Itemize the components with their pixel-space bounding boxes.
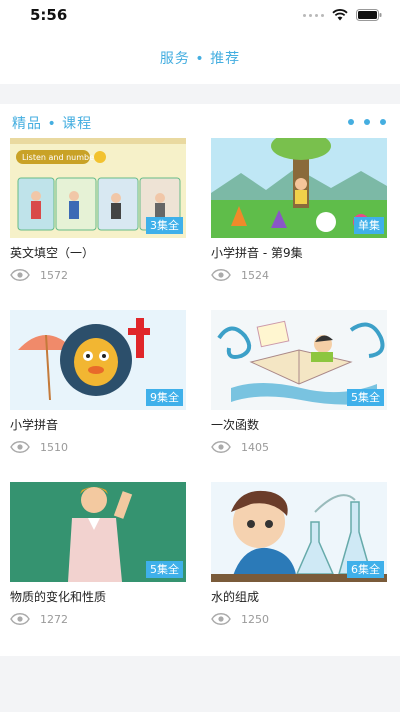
eye-icon [211, 441, 231, 453]
eye-icon [10, 613, 30, 625]
course-thumbnail[interactable]: 5集全 [211, 310, 387, 410]
course-thumbnail[interactable]: 单集 [211, 138, 387, 238]
eye-icon [211, 269, 231, 281]
course-thumbnail[interactable]: 9集全 [10, 310, 186, 410]
course-card-english-fill[interactable]: Listen and number. 3集全 英文填空（一） 1572 [10, 138, 186, 298]
episode-badge: 5集全 [347, 389, 384, 406]
view-meta: 1524 [211, 268, 269, 282]
episode-badge: 6集全 [347, 561, 384, 578]
course-card-water-composition[interactable]: 6集全 水的组成 1250 [211, 482, 387, 642]
wifi-icon [332, 9, 348, 21]
view-count: 1572 [40, 268, 68, 282]
more-button[interactable] [348, 114, 386, 130]
course-card-pinyin[interactable]: 9集全 小学拼音 1510 [10, 310, 186, 470]
status-bar: 5:56 [0, 0, 400, 32]
episode-badge: 单集 [354, 217, 384, 234]
view-meta: 1250 [211, 612, 269, 626]
episode-badge: 3集全 [146, 217, 183, 234]
course-title[interactable]: 英文填空（一） [10, 244, 186, 261]
course-card-pinyin-episode[interactable]: 单集 小学拼音 - 第9集 1524 [211, 138, 387, 298]
view-count: 1510 [40, 440, 68, 454]
course-thumbnail[interactable]: 6集全 [211, 482, 387, 582]
thumb-caption: Listen and number. [22, 153, 99, 162]
episode-badge: 9集全 [146, 389, 183, 406]
signal-icon [303, 13, 324, 17]
course-thumbnail[interactable]: Listen and number. 3集全 [10, 138, 186, 238]
section-header: 精品 • 课程 [0, 104, 400, 140]
course-title[interactable]: 一次函数 [211, 416, 387, 433]
nav-bar: 服务 • 推荐 [0, 32, 400, 84]
eye-icon [10, 269, 30, 281]
course-thumbnail[interactable]: 5集全 [10, 482, 186, 582]
view-meta: 1405 [211, 440, 269, 454]
battery-icon [356, 9, 382, 21]
course-card-linear-function[interactable]: 5集全 一次函数 1405 [211, 310, 387, 470]
view-count: 1524 [241, 268, 269, 282]
page-title: 服务 • 推荐 [159, 51, 241, 67]
episode-badge: 5集全 [146, 561, 183, 578]
course-card-matter-change[interactable]: 5集全 物质的变化和性质 1272 [10, 482, 186, 642]
view-count: 1405 [241, 440, 269, 454]
course-title[interactable]: 水的组成 [211, 588, 387, 605]
course-title[interactable]: 物质的变化和性质 [10, 588, 186, 605]
status-icons [303, 9, 382, 21]
eye-icon [211, 613, 231, 625]
course-section: 精品 • 课程 Listen and number. 3集全 英文填空（一） 1… [0, 104, 400, 656]
view-meta: 1572 [10, 268, 68, 282]
course-title[interactable]: 小学拼音 [10, 416, 186, 433]
status-time: 5:56 [30, 6, 68, 24]
view-count: 1272 [40, 612, 68, 626]
view-meta: 1272 [10, 612, 68, 626]
view-meta: 1510 [10, 440, 68, 454]
eye-icon [10, 441, 30, 453]
view-count: 1250 [241, 612, 269, 626]
section-title: 精品 • 课程 [12, 116, 93, 132]
course-title[interactable]: 小学拼音 - 第9集 [211, 244, 387, 261]
